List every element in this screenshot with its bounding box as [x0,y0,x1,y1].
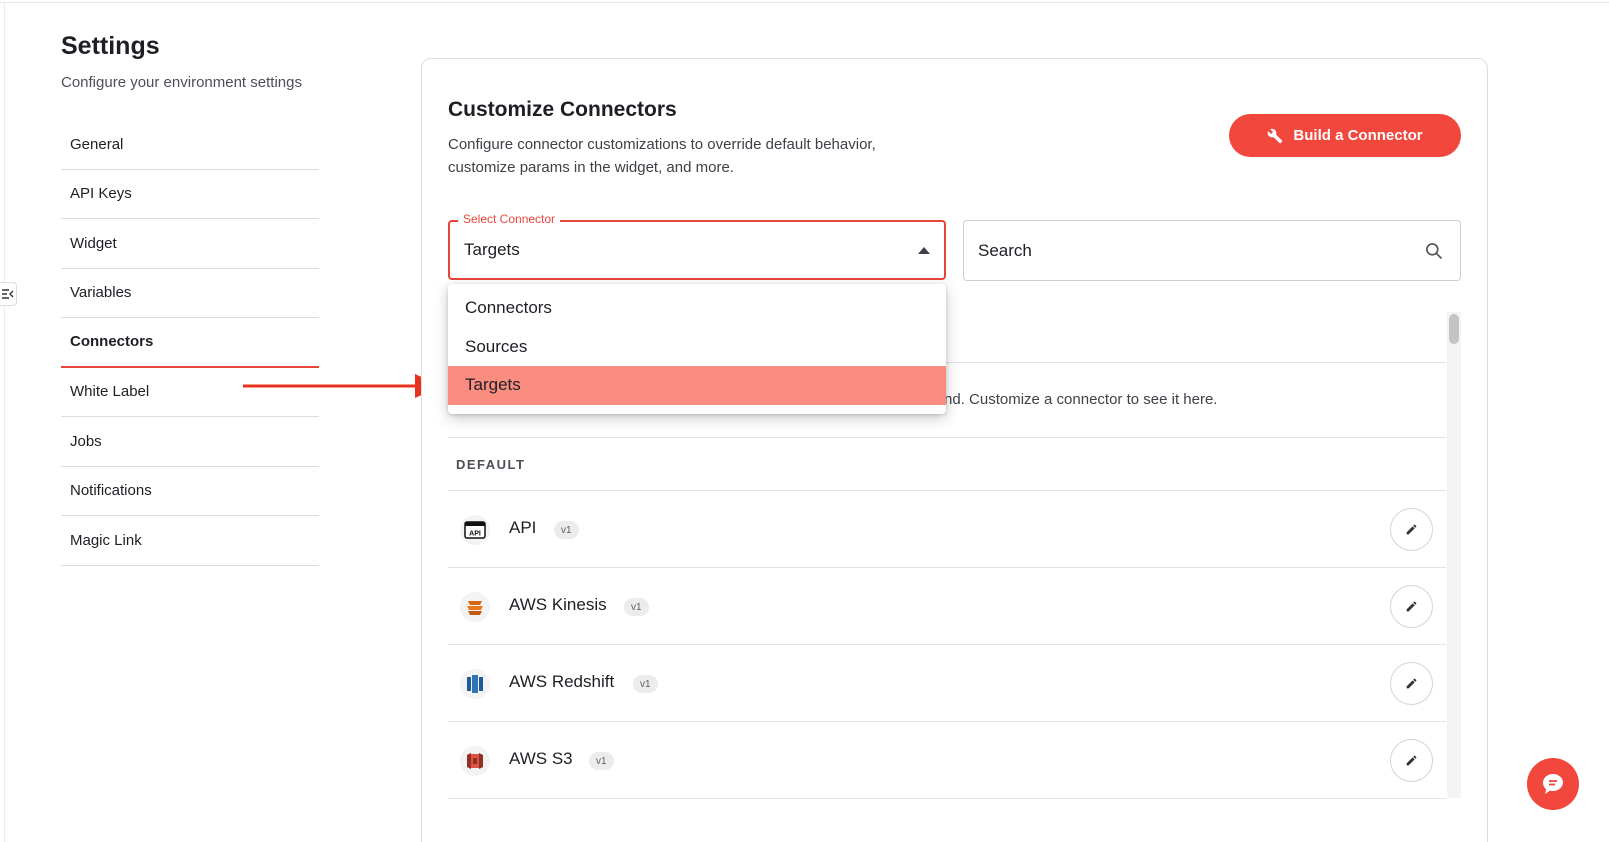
version-badge: v1 [554,521,579,539]
nav-item-variables[interactable]: Variables [61,269,319,318]
list-item: AWS Redshift v1 [448,645,1446,722]
top-divider [0,2,1609,3]
version-badge: v1 [624,598,649,616]
page-subtitle: Configure your environment settings [61,74,302,91]
nav-item-api-keys[interactable]: API Keys [61,170,319,219]
build-connector-label: Build a Connector [1293,127,1423,144]
edit-connector-button[interactable] [1390,662,1433,705]
search-icon[interactable] [1424,241,1444,261]
support-chat-button[interactable] [1527,758,1579,810]
pencil-icon [1406,678,1417,689]
connector-name: AWS Redshift [509,672,615,691]
empty-text-visible-part: nd. Customize a connector to see it here… [944,391,1218,408]
nav-item-notifications[interactable]: Notifications [61,467,319,516]
aws-s3-logo-icon [460,746,490,776]
connector-type-dropdown: Connectors Sources Targets [448,284,946,414]
collapse-sidebar-toggle[interactable] [0,282,17,306]
list-scrollbar[interactable] [1447,312,1461,798]
nav-item-widget[interactable]: Widget [61,219,319,269]
section-description-line: customize params in the widget, and more… [448,159,734,176]
select-value: Targets [464,240,520,259]
option-targets[interactable]: Targets [448,366,946,405]
connector-name: AWS Kinesis [509,595,607,614]
section-description-line: Configure connector customizations to ov… [448,136,876,153]
nav-item-connectors[interactable]: Connectors [61,318,319,368]
api-logo-icon: API [460,515,490,545]
left-divider [4,2,5,842]
edit-connector-button[interactable] [1390,739,1433,782]
aws-kinesis-logo-icon [460,592,490,622]
annotation-arrow [243,374,441,398]
caret-up-icon[interactable] [918,247,930,254]
list-divider [448,437,1446,438]
page-title: Settings [61,32,160,60]
section-description: Configure connector customizations to ov… [448,133,918,179]
default-section-label: DEFAULT [456,457,526,472]
aws-redshift-logo-icon [460,669,490,699]
connector-name: API [509,518,537,537]
version-badge: v1 [633,675,658,693]
svg-text:API: API [469,531,481,538]
pencil-icon [1406,755,1417,766]
connector-name: AWS S3 [509,749,573,768]
wrench-icon [1268,128,1283,143]
pencil-icon [1406,601,1417,612]
search-input[interactable] [978,240,1398,261]
option-connectors[interactable]: Connectors [448,289,946,328]
option-sources[interactable]: Sources [448,328,946,367]
edit-connector-button[interactable] [1390,585,1433,628]
chat-icon [1543,774,1563,794]
version-badge: v1 [589,752,614,770]
list-item: API API v1 [448,491,1446,568]
nav-item-general[interactable]: General [61,120,319,170]
connector-type-select[interactable]: Targets [448,220,946,280]
list-scrollbar-thumb[interactable] [1449,314,1459,344]
collapse-menu-icon [2,289,14,299]
build-connector-button[interactable]: Build a Connector [1229,114,1461,157]
nav-item-magic-link[interactable]: Magic Link [61,516,319,566]
pencil-icon [1406,524,1417,535]
settings-nav: General API Keys Widget Variables Connec… [61,120,319,566]
edit-connector-button[interactable] [1390,508,1433,551]
select-label: Select Connector [458,212,561,226]
search-field[interactable] [963,220,1461,281]
list-item: AWS S3 v1 [448,722,1446,799]
list-item: AWS Kinesis v1 [448,568,1446,645]
section-title: Customize Connectors [448,98,677,121]
nav-item-jobs[interactable]: Jobs [61,417,319,467]
